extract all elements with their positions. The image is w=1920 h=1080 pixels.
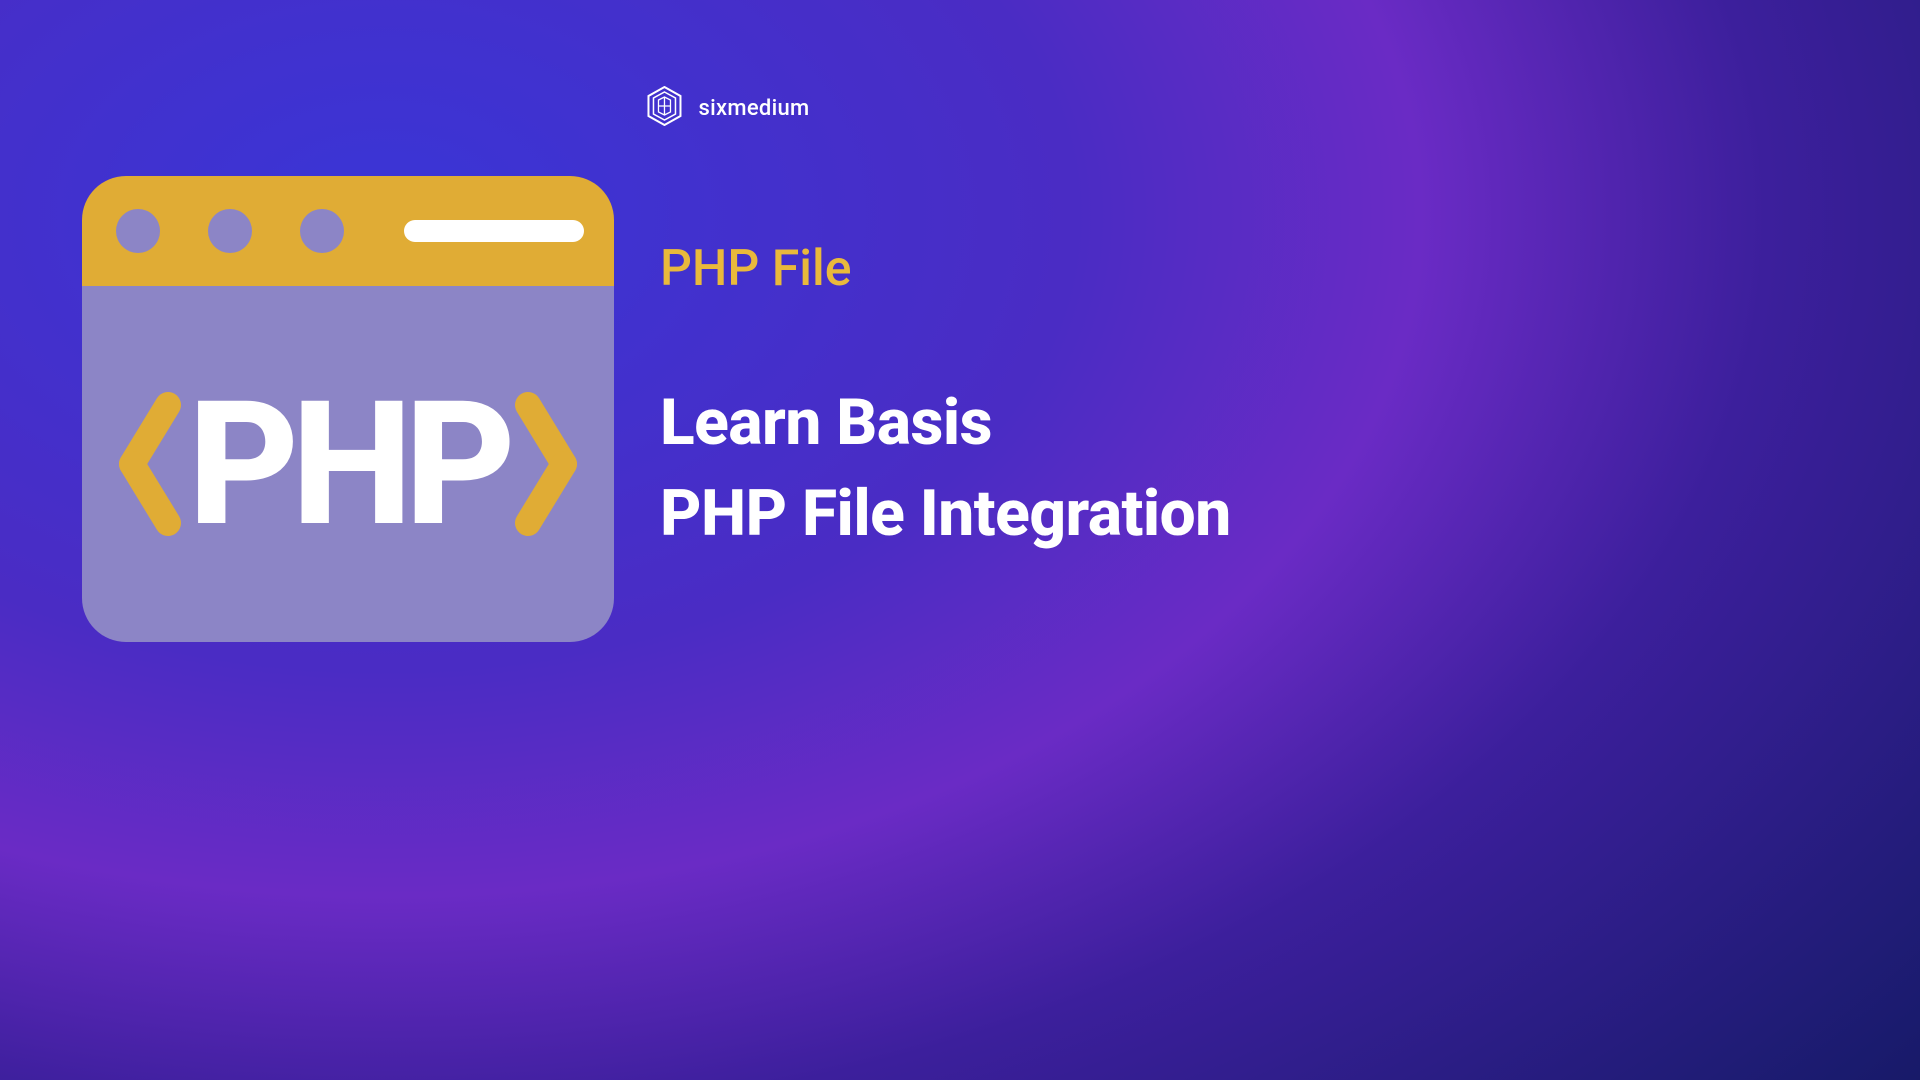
php-window-illustration: PHP	[82, 176, 614, 642]
window-titlebar	[82, 176, 614, 286]
headline: Learn Basis PHP File Integration	[660, 378, 1396, 560]
php-text: PHP	[188, 378, 508, 550]
category-label: PHP File	[660, 240, 1396, 298]
window-dot	[116, 209, 160, 253]
window-dot	[300, 209, 344, 253]
headline-line: PHP File Integration	[660, 476, 1231, 551]
brand-logo-icon	[646, 86, 682, 130]
brand: sixmedium	[646, 86, 809, 130]
window-body: PHP	[82, 286, 614, 642]
window-dots	[116, 209, 344, 253]
window-address-bar	[404, 220, 584, 242]
window-dot	[208, 209, 252, 253]
text-content: PHP File Learn Basis PHP File Integratio…	[660, 240, 1396, 560]
headline-line: Learn Basis	[660, 385, 992, 460]
angle-right-icon	[514, 389, 578, 539]
brand-name: sixmedium	[698, 96, 809, 121]
angle-left-icon	[118, 389, 182, 539]
